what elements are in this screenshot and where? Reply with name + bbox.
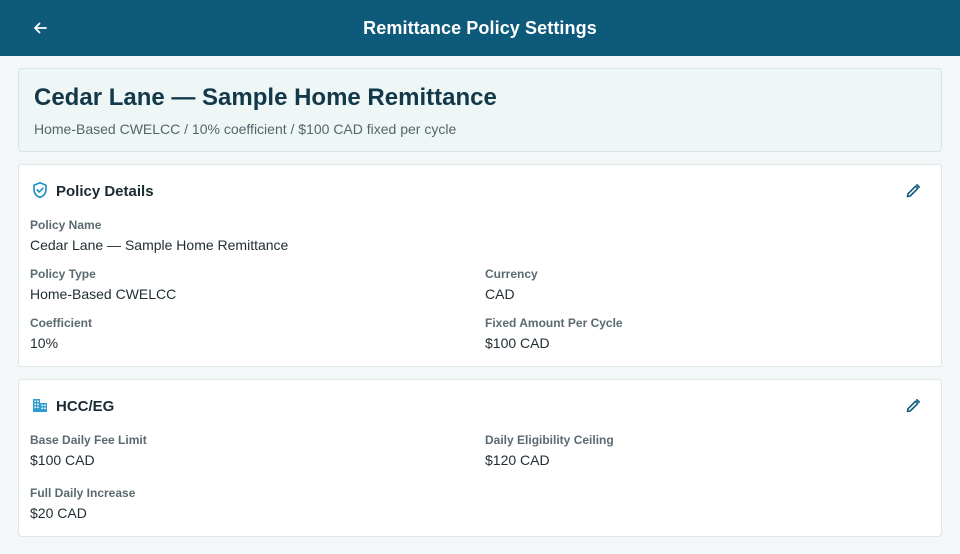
policy-details-card: Policy Details Policy Name Cedar Lane — …	[18, 164, 942, 367]
policy-name-value: Cedar Lane — Sample Home Remittance	[30, 237, 289, 253]
coefficient-label: Coefficient	[30, 316, 93, 330]
policy-type-field: Policy Type Home-Based CWELCC	[30, 266, 176, 303]
currency-field: Currency CAD	[485, 266, 538, 303]
building-icon	[33, 399, 47, 412]
policy-type-label: Policy Type	[30, 267, 96, 281]
policy-summary-subtitle: Home-Based CWELCC / 10% coefficient / $1…	[34, 121, 457, 137]
policy-summary-title: Cedar Lane — Sample Home Remittance	[34, 84, 497, 111]
fixed-amount-value: $100 CAD	[485, 335, 550, 351]
pencil-icon	[906, 184, 920, 198]
base-daily-fee-limit-field: Base Daily Fee Limit $100 CAD	[30, 432, 147, 469]
policy-type-value: Home-Based CWELCC	[30, 286, 177, 302]
edit-hcc-eg-button[interactable]	[903, 396, 923, 416]
base-daily-fee-limit-label: Base Daily Fee Limit	[30, 433, 147, 447]
base-daily-fee-limit-value: $100 CAD	[30, 452, 95, 468]
daily-eligibility-ceiling-field: Daily Eligibility Ceiling $120 CAD	[485, 432, 614, 469]
page-title: Remittance Policy Settings	[363, 18, 597, 38]
currency-label: Currency	[485, 267, 538, 281]
edit-policy-details-button[interactable]	[903, 181, 923, 201]
coefficient-value: 10%	[30, 335, 59, 351]
policy-details-title: Policy Details	[56, 183, 154, 200]
hcc-eg-title: HCC/EG	[56, 398, 115, 415]
full-daily-increase-field: Full Daily Increase $20 CAD	[30, 485, 135, 522]
full-daily-increase-label: Full Daily Increase	[30, 486, 136, 500]
full-daily-increase-value: $20 CAD	[30, 505, 87, 521]
currency-value: CAD	[485, 286, 515, 302]
shield-check-icon	[33, 182, 47, 199]
fixed-amount-field: Fixed Amount Per Cycle $100 CAD	[485, 315, 623, 352]
daily-eligibility-ceiling-value: $120 CAD	[485, 452, 550, 468]
daily-eligibility-ceiling-label: Daily Eligibility Ceiling	[485, 433, 614, 447]
policy-name-label: Policy Name	[30, 218, 102, 232]
app-bar: Remittance Policy Settings	[0, 0, 960, 56]
hcc-eg-card: HCC/EG Base Daily Fee Limit $100 CAD Dai…	[18, 379, 942, 537]
policy-summary-header: Cedar Lane — Sample Home Remittance Home…	[18, 68, 942, 152]
pencil-icon	[906, 399, 920, 413]
fixed-amount-label: Fixed Amount Per Cycle	[485, 316, 623, 330]
coefficient-field: Coefficient 10%	[30, 315, 92, 352]
policy-name-field: Policy Name Cedar Lane — Sample Home Rem…	[30, 217, 288, 254]
